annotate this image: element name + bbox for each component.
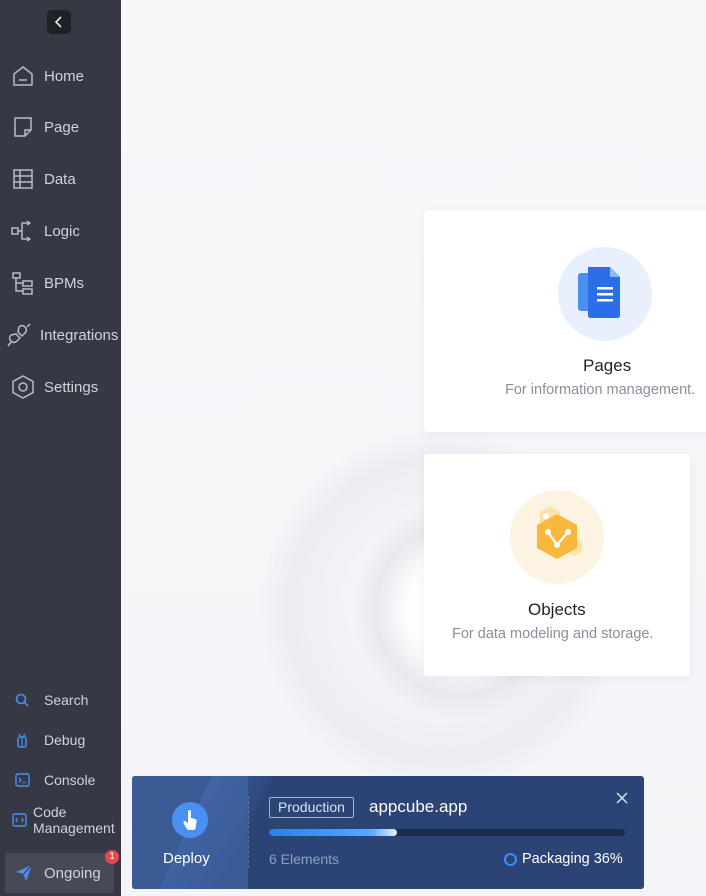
tool-search[interactable]: Search [0, 685, 121, 715]
ongoing-label: Ongoing [44, 865, 101, 882]
pages-icon-circle [558, 247, 652, 341]
tool-debug[interactable]: Debug [0, 725, 121, 755]
console-icon [13, 772, 31, 788]
sidebar-item-bpms[interactable]: BPMs [0, 263, 121, 303]
close-icon [616, 792, 628, 804]
home-icon [10, 64, 36, 88]
packaging-status-text: Packaging 36% [522, 851, 623, 867]
sidebar-item-page[interactable]: Page [0, 107, 121, 147]
deploy-button[interactable] [172, 802, 208, 838]
sidebar-item-label: Page [44, 118, 80, 136]
sidebar-item-label: Settings [44, 378, 99, 396]
objects-icon-circle [510, 490, 604, 584]
progress-bar [269, 829, 625, 836]
debug-icon [13, 732, 31, 748]
sidebar-item-data[interactable]: Data [0, 159, 121, 199]
spinner-icon [504, 852, 517, 866]
sidebar-item-label: Logic [44, 222, 80, 240]
sidebar-item-integrations[interactable]: Integrations [0, 315, 121, 355]
logic-flow-icon [10, 219, 36, 243]
sidebar-item-label: BPMs [44, 274, 85, 292]
collapse-sidebar-button[interactable] [47, 10, 71, 34]
notification-badge: 1 [105, 850, 119, 864]
chevron-left-icon [54, 16, 62, 28]
elements-count: 6 Elements [269, 851, 340, 867]
deploy-label: Deploy [163, 850, 210, 867]
table-icon [10, 167, 36, 191]
card-title: Objects [528, 600, 586, 619]
deploy-panel: Deploy Production appcube.app 6 Elements… [132, 776, 644, 889]
card-description: For information management. [505, 382, 696, 398]
send-icon [15, 864, 33, 887]
tool-console[interactable]: Console [0, 765, 121, 795]
pages-card[interactable]: Pages For information management. [424, 210, 706, 432]
sidebar-item-label: Integrations [40, 326, 119, 344]
tool-label: Console [44, 772, 96, 788]
sidebar-item-label: Data [44, 170, 76, 188]
tap-hand-icon [183, 810, 197, 830]
packaging-status: Packaging 36% [504, 851, 623, 867]
hexagon-object-icon [537, 506, 582, 559]
sidebar-item-label: Home [44, 67, 85, 85]
plug-icon [6, 323, 32, 347]
code-icon [10, 812, 28, 828]
sidebar-item-settings[interactable]: Settings [0, 367, 121, 407]
page-icon [10, 115, 36, 139]
tool-code-management[interactable]: Code Management [0, 804, 121, 838]
tool-label: Code Management [33, 804, 115, 836]
bpm-tree-icon [10, 271, 36, 295]
sidebar-item-logic[interactable]: Logic [0, 211, 121, 251]
search-icon [13, 692, 31, 708]
card-description: For data modeling and storage. [452, 626, 654, 642]
close-button[interactable] [615, 791, 629, 805]
sidebar-item-home[interactable]: Home [0, 56, 121, 96]
main-area: Pages For information management. Object… [121, 0, 706, 896]
document-icon [578, 267, 620, 318]
app-name: appcube.app [369, 797, 468, 816]
progress-fill [269, 829, 398, 836]
environment-tag: Production [269, 797, 354, 818]
divider [248, 796, 249, 868]
tool-label: Search [44, 692, 89, 708]
card-title: Pages [583, 356, 632, 375]
ongoing-button[interactable]: Ongoing 1 [5, 850, 119, 893]
sidebar: Home Page Data Logic BPMs Integrations S… [0, 0, 121, 896]
hexagon-settings-icon [10, 375, 36, 399]
tool-label: Debug [44, 732, 86, 748]
objects-card[interactable]: Objects For data modeling and storage. [424, 454, 690, 676]
